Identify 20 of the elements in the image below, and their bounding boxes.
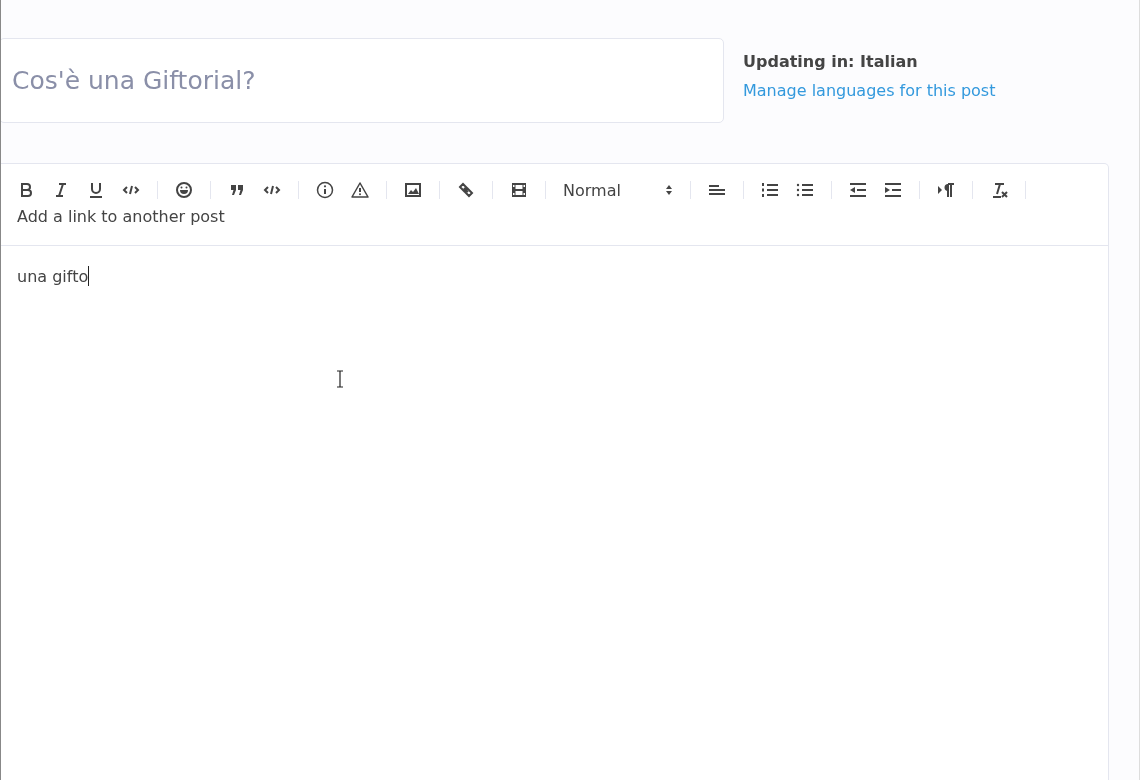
info-icon[interactable] (316, 181, 334, 199)
warning-icon[interactable] (351, 181, 369, 199)
underline-icon[interactable] (87, 181, 105, 199)
bullet-list-icon[interactable] (796, 181, 814, 199)
updown-caret-icon (665, 184, 673, 196)
language-label: Updating in: Italian (743, 52, 919, 71)
editor-text[interactable]: una gifto (17, 266, 89, 286)
numbered-list-icon[interactable] (761, 181, 779, 199)
clear-format-icon[interactable] (990, 181, 1008, 199)
indent-icon[interactable] (884, 181, 902, 199)
text-cursor-icon (336, 370, 344, 388)
paragraph-direction-icon[interactable] (937, 181, 955, 199)
text-caret (88, 266, 90, 286)
format-select[interactable]: Normal (563, 180, 673, 200)
emoji-icon[interactable] (175, 181, 193, 199)
title-field[interactable]: Cos'è una Giftorial? (1, 38, 724, 123)
add-post-link[interactable]: Add a link to another post (17, 207, 225, 226)
outdent-icon[interactable] (849, 181, 867, 199)
film-icon[interactable] (510, 181, 528, 199)
image-icon[interactable] (404, 181, 422, 199)
